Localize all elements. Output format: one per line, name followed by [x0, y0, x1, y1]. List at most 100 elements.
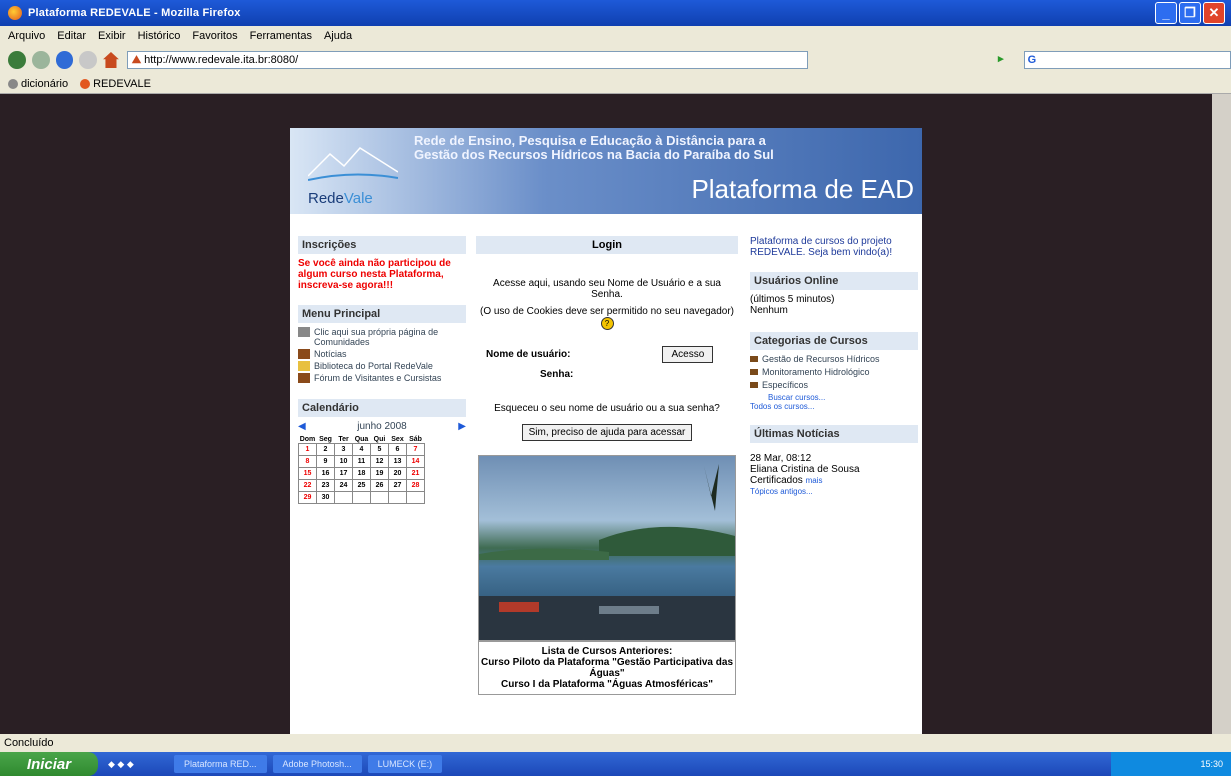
inscricoes-text[interactable]: Se você ainda não participou de algum cu… [298, 258, 466, 291]
menu-historico[interactable]: Histórico [138, 30, 181, 42]
password-label: Senha: [540, 368, 574, 380]
login-button[interactable]: Acesso [662, 346, 714, 363]
reload-button[interactable] [55, 51, 74, 69]
site-banner: RedeVale Rede de Ensino, Pesquisa e Educ… [290, 128, 922, 214]
calendar-day[interactable]: 28 [406, 479, 425, 492]
calendar-prev-icon[interactable]: ◀ [298, 421, 306, 432]
menu-item-noticias[interactable]: Notícias [298, 349, 466, 359]
status-bar: Concluído [0, 734, 1231, 752]
task-firefox[interactable]: Plataforma RED... [174, 755, 267, 773]
home-icon[interactable] [103, 52, 119, 68]
password-input[interactable] [575, 367, 650, 381]
task-photoshop[interactable]: Adobe Photosh... [272, 755, 362, 773]
calendar-day[interactable]: 14 [406, 455, 425, 468]
window-titlebar: Plataforma REDEVALE - Mozilla Firefox _ … [0, 0, 1231, 26]
calendar-day[interactable]: 7 [406, 443, 425, 456]
menu-ajuda[interactable]: Ajuda [324, 30, 352, 42]
menu-favoritos[interactable]: Favoritos [192, 30, 237, 42]
go-button[interactable]: ▸ [998, 52, 1018, 68]
calendar-day[interactable]: 13 [388, 455, 407, 468]
menubar: Arquivo Editar Exibir Histórico Favorito… [0, 26, 1231, 46]
username-input[interactable] [572, 347, 647, 362]
calendar-day[interactable]: 20 [388, 467, 407, 480]
todos-cursos-link[interactable]: Todos os cursos... [750, 402, 918, 411]
calendar-day[interactable]: 27 [388, 479, 407, 492]
quick-launch-icons[interactable]: ◆ ◆ ◆ [108, 759, 168, 770]
close-button[interactable]: ✕ [1203, 2, 1225, 24]
help-icon[interactable]: ? [600, 317, 614, 330]
calendar-day[interactable]: 8 [298, 455, 317, 468]
search-input[interactable]: G [1023, 51, 1231, 69]
cal-day-header: Ter [338, 436, 349, 443]
minimize-button[interactable]: _ [1155, 2, 1177, 24]
menu-item-forum[interactable]: Fórum de Visitantes e Cursistas [298, 373, 466, 383]
bookmark-icon [8, 78, 18, 89]
calendar-day[interactable]: 22 [298, 479, 317, 492]
start-button[interactable]: Iniciar [0, 752, 98, 776]
calendar-day[interactable]: 9 [316, 455, 335, 468]
calendar-nav: ◀ junho 2008 ▶ [298, 421, 466, 432]
back-button[interactable] [8, 51, 26, 69]
stop-button[interactable] [79, 51, 98, 69]
category-item[interactable]: Gestão de Recursos Hídricos [750, 354, 918, 364]
calendar-day[interactable]: 24 [334, 479, 353, 492]
bookmark-icon [80, 78, 91, 89]
category-item[interactable]: Específicos [750, 380, 918, 390]
site-logo[interactable]: RedeVale [308, 190, 373, 207]
welcome-text: Plataforma de cursos do projeto REDEVALE… [750, 236, 893, 258]
right-column: Plataforma de cursos do projeto REDEVALE… [750, 236, 918, 513]
window-controls: _ ❐ ✕ [1155, 2, 1225, 24]
calendar-day[interactable]: 23 [316, 479, 335, 492]
cookies-note: (O uso de Cookies deve ser permitido no … [479, 306, 735, 330]
calendar-day[interactable]: 10 [334, 455, 353, 468]
news-more-link[interactable]: mais [806, 476, 823, 485]
calendar-day[interactable]: 25 [352, 479, 371, 492]
forward-button[interactable] [31, 51, 50, 69]
url-bar[interactable]: ⛰ http://www.redevale.ita.br:8080/ [126, 51, 808, 69]
menu-item-comunidades[interactable]: Clic aqui sua própria página de Comunida… [298, 327, 466, 347]
cursos-anteriores-box: Lista de Cursos Anteriores: Curso Piloto… [478, 641, 736, 695]
calendar-day[interactable]: 11 [352, 455, 371, 468]
bookmark-dicionario[interactable]: dicionário [8, 78, 68, 90]
calendar-day[interactable]: 5 [370, 443, 389, 456]
menu-item-biblioteca[interactable]: Biblioteca do Portal RedeVale [298, 361, 466, 371]
help-access-button[interactable]: Sim, preciso de ajuda para acessar [521, 424, 693, 441]
curso-item[interactable]: Curso Piloto da Plataforma "Gestão Parti… [479, 657, 735, 679]
calendar-day[interactable]: 29 [298, 491, 317, 504]
calendar-day[interactable]: 30 [316, 491, 335, 504]
maximize-button[interactable]: ❐ [1179, 2, 1201, 24]
calendar-day[interactable]: 18 [352, 467, 371, 480]
calendar-day[interactable]: 21 [406, 467, 425, 480]
menu-exibir[interactable]: Exibir [98, 30, 126, 42]
calendar-day[interactable]: 17 [334, 467, 353, 480]
left-column: Inscrições Se você ainda não participou … [298, 236, 466, 504]
older-topics-link[interactable]: Tópicos antigos... [750, 486, 918, 497]
google-icon: G [1027, 54, 1037, 66]
calendar-day[interactable]: 2 [316, 443, 335, 456]
calendar-day[interactable]: 15 [298, 467, 317, 480]
forgot-text: Esqueceu o seu nome de usuário ou a sua … [494, 403, 720, 414]
calendar-day[interactable]: 4 [352, 443, 371, 456]
bookmark-redevale[interactable]: REDEVALE [80, 78, 151, 90]
calendar-day[interactable]: 3 [334, 443, 353, 456]
menu-editar[interactable]: Editar [57, 30, 86, 42]
task-explorer[interactable]: LUMECK (E:) [367, 755, 443, 773]
calendar-week: 8 9 10 11 12 13 14 [298, 455, 425, 468]
calendar-day[interactable]: 26 [370, 479, 389, 492]
menu-arquivo[interactable]: Arquivo [8, 30, 45, 42]
window-title: Plataforma REDEVALE - Mozilla Firefox [28, 7, 241, 19]
calendar-day[interactable]: 19 [370, 467, 389, 480]
calendar-month: junho 2008 [357, 421, 407, 432]
menu-ferramentas[interactable]: Ferramentas [250, 30, 312, 42]
folder-icon [298, 361, 310, 371]
buscar-cursos-link[interactable]: Buscar cursos... [768, 393, 918, 402]
calendar-next-icon[interactable]: ▶ [458, 421, 466, 432]
vertical-scrollbar[interactable] [1212, 94, 1231, 734]
category-item[interactable]: Monitoramento Hidrológico [750, 367, 918, 377]
password-row: Senha: [540, 367, 738, 381]
curso-item[interactable]: Curso I da Plataforma "Águas Atmosférica… [479, 679, 735, 690]
calendar-day[interactable]: 12 [370, 455, 389, 468]
calendar-day[interactable]: 1 [298, 443, 317, 456]
calendar-day[interactable]: 16 [316, 467, 335, 480]
calendar-day[interactable]: 6 [388, 443, 407, 456]
